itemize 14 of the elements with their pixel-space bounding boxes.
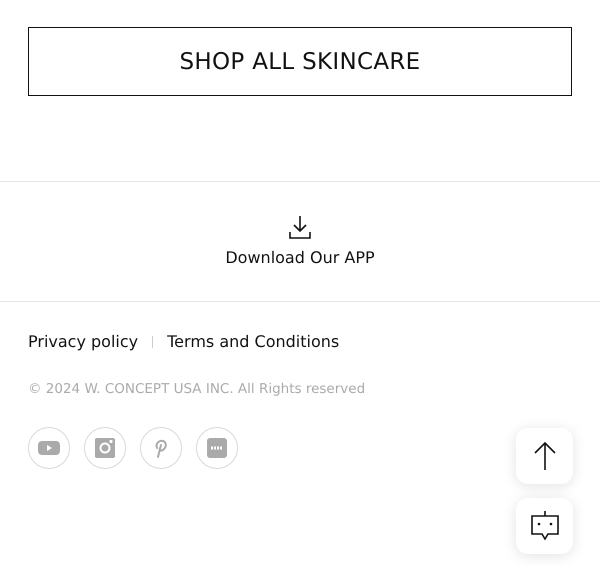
shop-all-button[interactable]: SHOP ALL SKINCARE [28,27,572,96]
instagram-icon[interactable] [84,427,126,469]
robot-icon [530,510,560,542]
scroll-top-button[interactable] [516,428,573,484]
youtube-icon[interactable] [28,427,70,469]
footer-link[interactable]: Privacy policy [28,332,138,351]
copyright-text: © 2024 W. CONCEPT USA INC. All Rights reserved [28,381,366,397]
pinterest-icon[interactable] [140,427,182,469]
footer-link[interactable]: Terms and Conditions [167,332,340,351]
chatbot-button[interactable] [516,498,573,554]
app-icon[interactable] [196,427,238,469]
arrow-up-icon [532,441,558,471]
download-app-link[interactable]: Download Our APP [225,248,375,267]
download-icon [289,215,311,239]
